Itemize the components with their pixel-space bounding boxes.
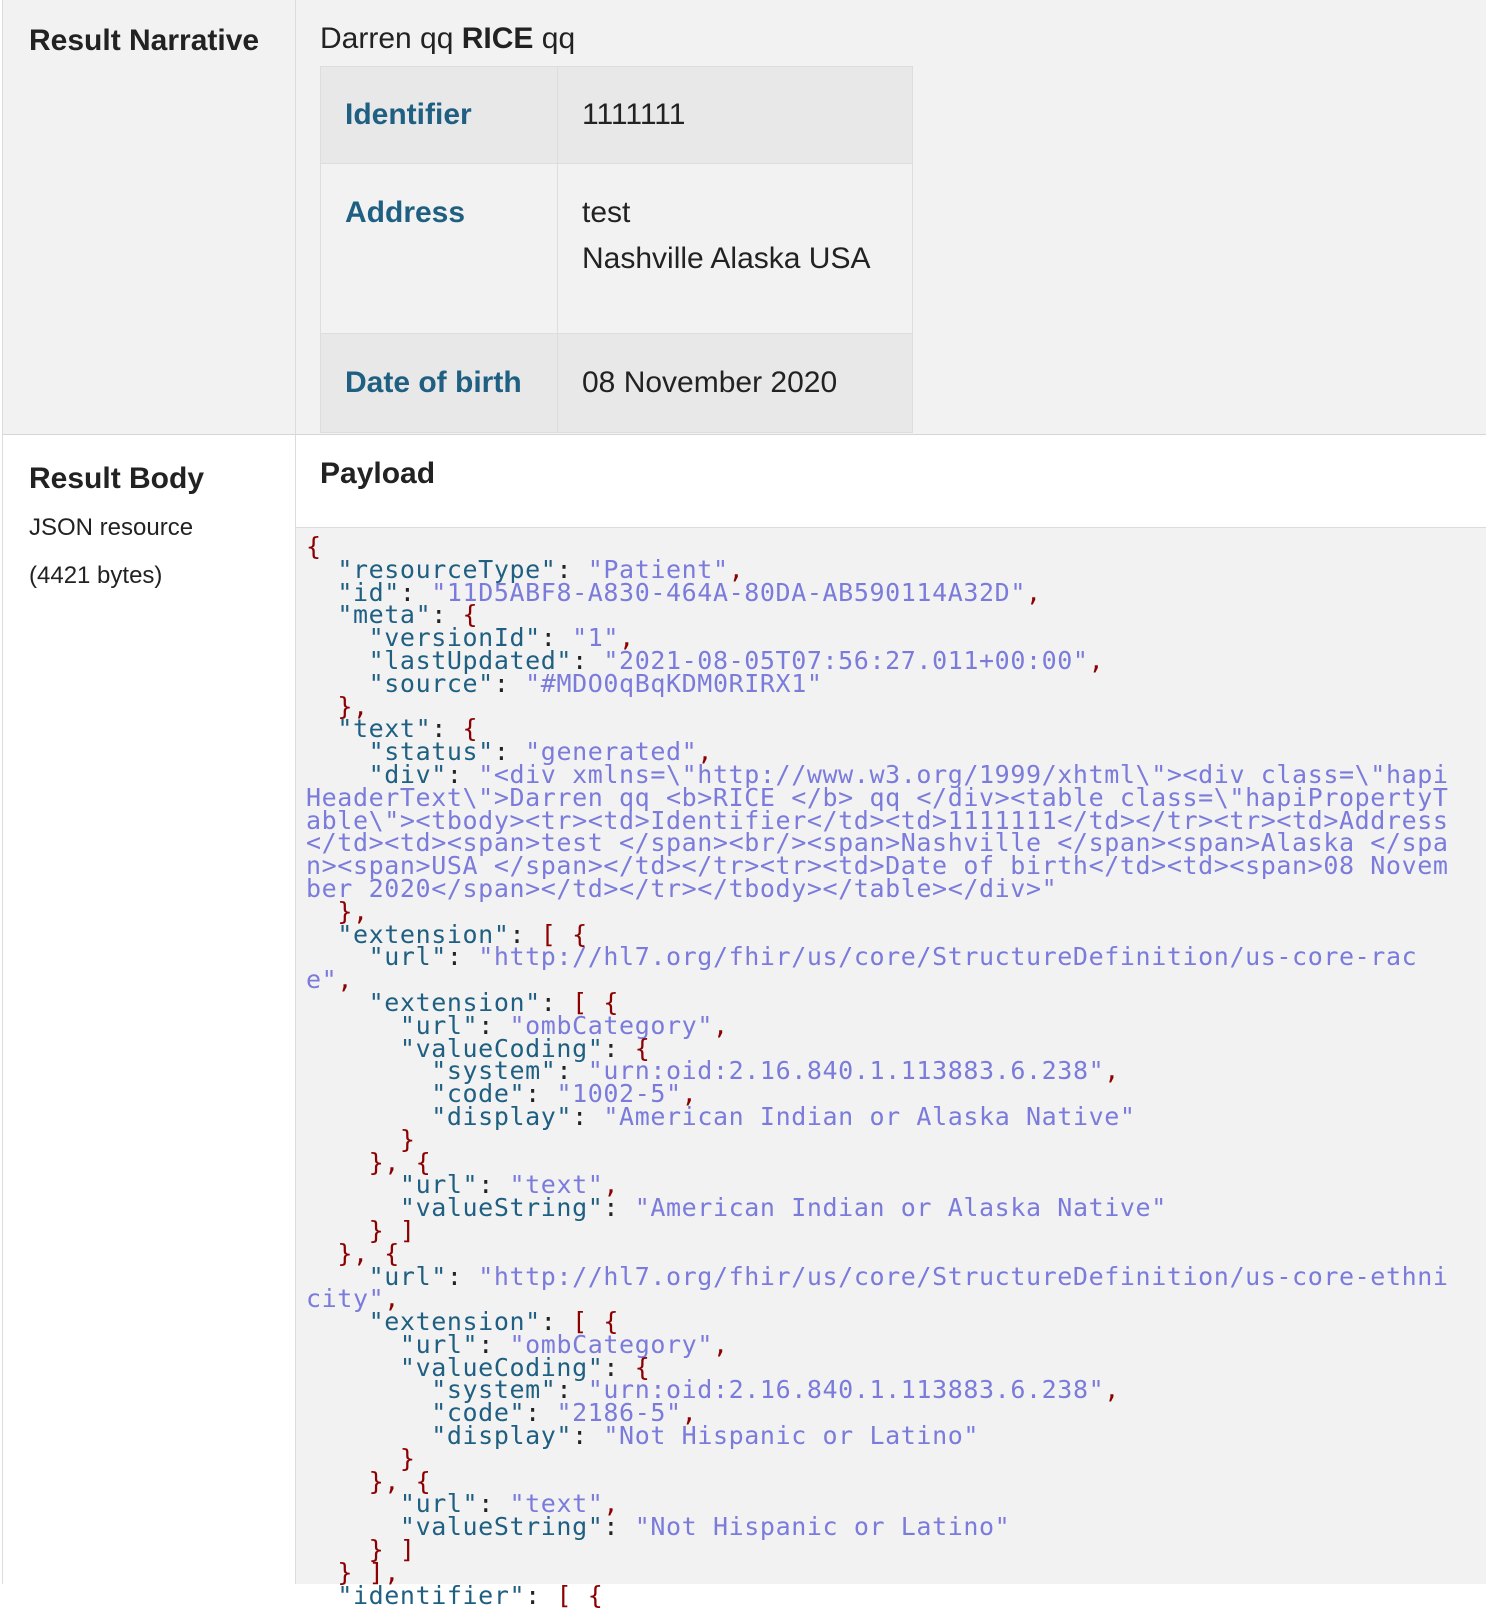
resource-format: JSON resource xyxy=(29,514,194,541)
result-panel: Result Narrative Darren qq RICE qq Ident… xyxy=(2,0,1486,1608)
property-table: Identifier 1111111 Address test Nashville… xyxy=(320,66,913,433)
table-row: Address test Nashville Alaska USA xyxy=(320,163,913,334)
patient-given-name: Darren qq xyxy=(320,22,462,55)
result-narrative-label: Result Narrative xyxy=(29,24,260,57)
body-label-column xyxy=(3,435,296,1584)
resource-size: (4421 bytes) xyxy=(29,562,163,589)
address-line: test xyxy=(582,196,631,229)
address-value: test Nashville Alaska USA xyxy=(557,163,913,334)
identifier-label: Identifier xyxy=(320,66,558,164)
label-column: Result Narrative xyxy=(3,0,296,434)
dob-value: 08 November 2020 xyxy=(557,333,913,433)
dob-label: Date of birth xyxy=(320,333,558,433)
payload-code-box[interactable]: { "resourceType": "Patient", "id": "11D5… xyxy=(296,528,1486,1608)
json-code: { "resourceType": "Patient", "id": "11D5… xyxy=(306,532,1449,1610)
table-row: Identifier 1111111 xyxy=(320,66,913,164)
address-label: Address xyxy=(320,163,558,334)
table-row: Date of birth 08 November 2020 xyxy=(320,333,913,433)
narrative-header-text: Darren qq RICE qq xyxy=(320,22,575,56)
identifier-value: 1111111 xyxy=(557,66,913,164)
result-narrative-row: Result Narrative Darren qq RICE qq Ident… xyxy=(3,0,1486,435)
narrative-content: Darren qq RICE qq Identifier 1111111 Add… xyxy=(296,0,1486,434)
payload-header: Payload xyxy=(296,435,1486,528)
address-line: Nashville Alaska USA xyxy=(582,242,871,275)
patient-name-suffix: qq xyxy=(533,22,576,55)
patient-family-name: RICE xyxy=(461,22,534,55)
payload-title: Payload xyxy=(320,457,436,490)
result-body-label: Result Body xyxy=(29,462,205,495)
